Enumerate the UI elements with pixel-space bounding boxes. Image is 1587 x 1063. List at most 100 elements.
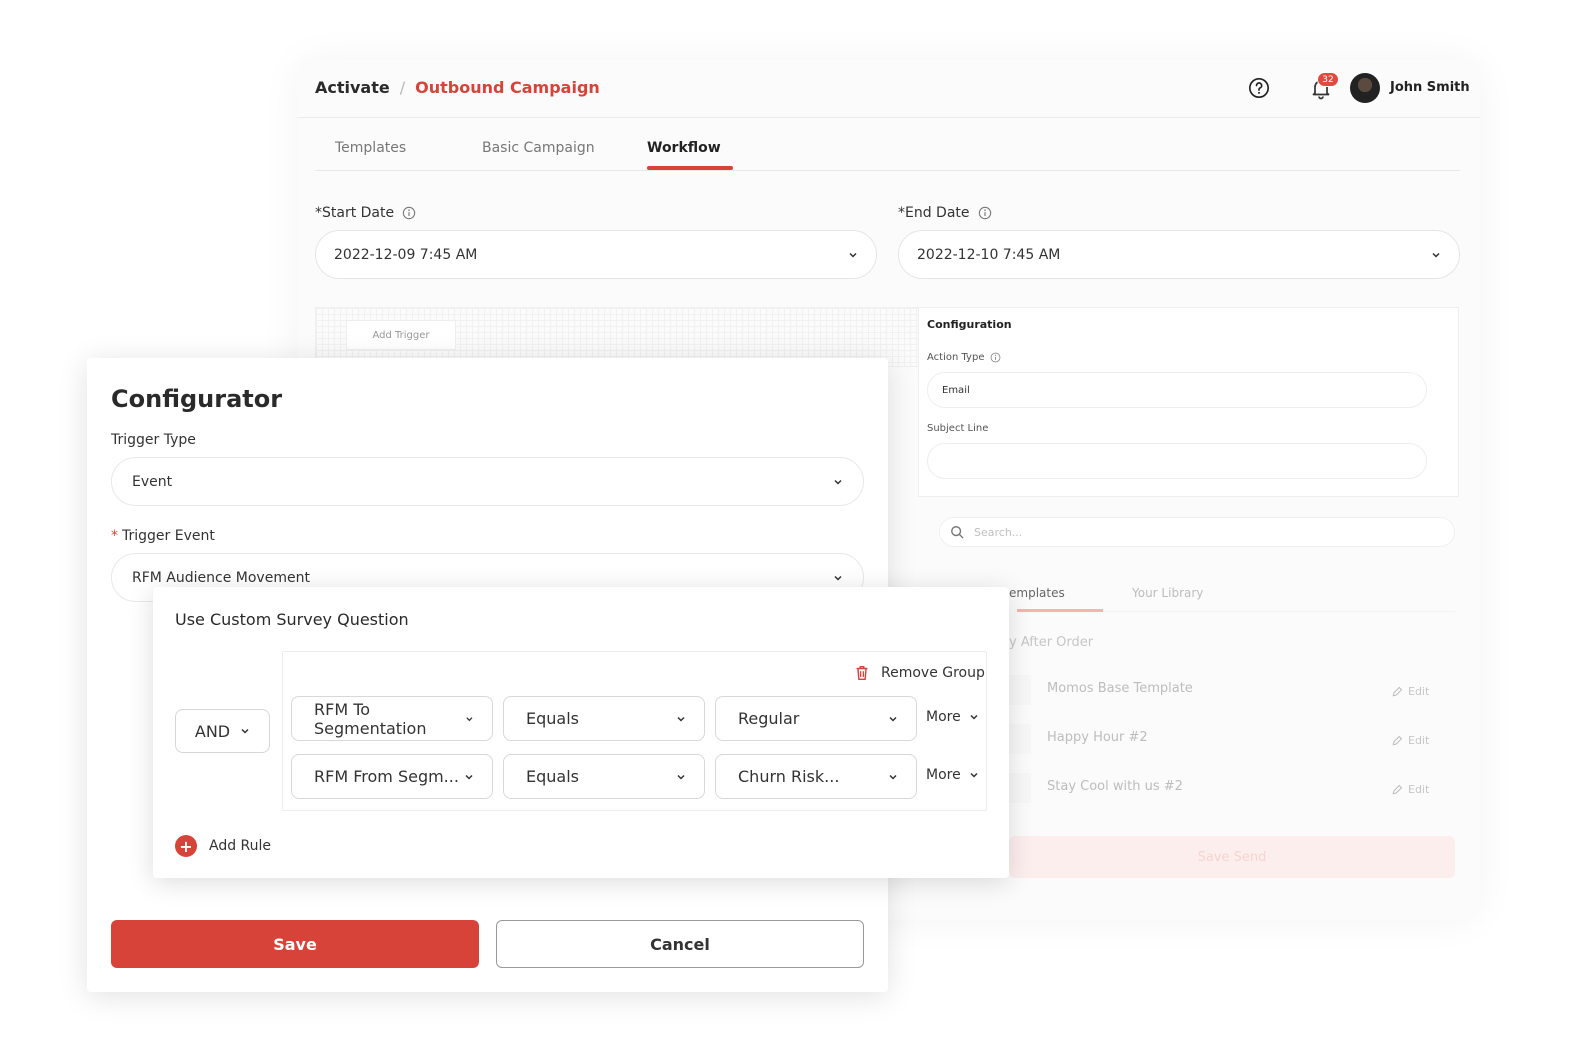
end-date-label: *End Date: [898, 205, 992, 221]
chevron-down-icon: [677, 716, 685, 722]
trigger-type-label: Trigger Type: [111, 432, 196, 448]
pencil-icon: [1392, 735, 1403, 745]
chevron-down-icon: [889, 716, 897, 722]
template-thumbnail: [1009, 675, 1031, 705]
end-date-label-text: *End Date: [898, 205, 970, 221]
template-name: Stay Cool with us #2: [1047, 779, 1183, 794]
chevron-down-icon: [465, 774, 473, 780]
rule-field-select[interactable]: RFM From Segm...: [291, 754, 493, 799]
cancel-button[interactable]: Cancel: [496, 920, 864, 968]
trigger-type-value: Event: [132, 473, 173, 490]
search-icon: [951, 526, 964, 539]
avatar[interactable]: [1350, 73, 1380, 103]
configuration-panel: Configuration Action Type Email Subject …: [918, 307, 1459, 497]
subject-line-label: Subject Line: [927, 423, 989, 434]
rule-more-menu[interactable]: More: [926, 709, 979, 725]
chevron-down-icon: [970, 714, 978, 720]
rule-operator-select[interactable]: Equals: [503, 754, 705, 799]
chevron-down-icon: [889, 774, 897, 780]
remove-group-button[interactable]: Remove Group: [853, 664, 985, 682]
chevron-down-icon: [834, 575, 842, 581]
help-icon[interactable]: [1248, 77, 1270, 99]
more-label: More: [926, 709, 961, 725]
action-type-label-text: Action Type: [927, 352, 985, 363]
remove-group-label: Remove Group: [881, 665, 985, 681]
rule-field-value: RFM To Segmentation: [314, 699, 427, 738]
template-name: Momos Base Template: [1047, 681, 1193, 696]
action-type-select[interactable]: Email: [927, 372, 1427, 408]
edit-button[interactable]: Edit: [1391, 685, 1429, 698]
rule-group: Remove Group RFM To Segmentation Equals …: [282, 651, 987, 811]
end-date-input[interactable]: 2022-12-10 7:45 AM: [898, 230, 1460, 279]
active-tab-indicator: [647, 166, 733, 170]
start-date-label-text: *Start Date: [315, 205, 395, 221]
add-rule-label: Add Rule: [209, 838, 272, 854]
rule-more-menu[interactable]: More: [926, 767, 979, 783]
chevron-down-icon: [834, 479, 842, 485]
template-thumbnail: [1009, 773, 1031, 803]
tab-templates[interactable]: Templates: [335, 140, 406, 156]
info-icon[interactable]: [990, 352, 1001, 363]
tab-basic-campaign[interactable]: Basic Campaign: [482, 140, 595, 156]
rule-value-select[interactable]: Regular: [715, 696, 917, 741]
configuration-title: Configuration: [927, 318, 1012, 331]
rule-operator-select[interactable]: Equals: [503, 696, 705, 741]
edit-button[interactable]: Edit: [1391, 783, 1429, 796]
plus-icon: +: [175, 835, 197, 857]
list-item[interactable]: Happy Hour #2 Edit: [1009, 724, 1454, 754]
save-button[interactable]: Save: [111, 920, 479, 968]
start-date-label: *Start Date: [315, 205, 416, 221]
chevron-down-icon: [970, 772, 978, 778]
edit-button[interactable]: Edit: [1391, 734, 1429, 747]
rule-operator-value: Equals: [526, 709, 579, 728]
trash-icon: [856, 665, 868, 681]
notification-badge: 32: [1317, 72, 1339, 87]
user-name[interactable]: John Smith: [1390, 80, 1470, 95]
chevron-down-icon: [241, 728, 249, 734]
chevron-down-icon: [466, 716, 473, 721]
configurator-title: Configurator: [111, 385, 283, 413]
search-placeholder: Search...: [974, 525, 1023, 539]
chevron-down-icon: [1432, 252, 1440, 258]
rule-value-select[interactable]: Churn Risk...: [715, 754, 917, 799]
chevron-down-icon: [677, 774, 685, 780]
edit-label: Edit: [1408, 783, 1430, 796]
library-active-tab-indicator: [1017, 609, 1103, 612]
template-section-title: y After Order: [1009, 635, 1094, 650]
edit-label: Edit: [1408, 734, 1430, 747]
pencil-icon: [1392, 784, 1403, 794]
trigger-event-value: RFM Audience Movement: [132, 569, 310, 586]
rule-operator-value: Equals: [526, 767, 579, 786]
add-rule-button[interactable]: + Add Rule: [175, 835, 271, 857]
breadcrumb-activate[interactable]: Activate: [315, 78, 390, 97]
list-item[interactable]: Momos Base Template Edit: [1009, 675, 1454, 705]
info-icon[interactable]: [402, 206, 416, 220]
more-label: More: [926, 767, 961, 783]
template-name: Happy Hour #2: [1047, 730, 1148, 745]
custom-survey-panel: Use Custom Survey Question AND Remove Gr…: [153, 587, 1009, 878]
info-icon[interactable]: [978, 206, 992, 220]
save-send-button[interactable]: Save Send: [1009, 836, 1455, 878]
trigger-event-label: * Trigger Event: [111, 528, 215, 544]
tab-your-library[interactable]: Your Library: [1132, 586, 1203, 600]
app-header: Activate / Outbound Campaign 32 John Smi…: [297, 60, 1480, 118]
breadcrumb-current: Outbound Campaign: [415, 78, 600, 97]
chevron-down-icon: [849, 252, 857, 258]
rule-field-select[interactable]: RFM To Segmentation: [291, 696, 493, 741]
add-trigger-node[interactable]: Add Trigger: [346, 320, 456, 350]
trigger-type-select[interactable]: Event: [111, 457, 864, 506]
survey-title: Use Custom Survey Question: [175, 610, 409, 629]
rule-value: Churn Risk...: [738, 767, 840, 786]
tab-workflow[interactable]: Workflow: [647, 140, 721, 156]
breadcrumb-separator: /: [399, 78, 406, 97]
subject-line-input[interactable]: [927, 443, 1427, 479]
tab-library-templates[interactable]: emplates: [1009, 586, 1065, 600]
start-date-input[interactable]: 2022-12-09 7:45 AM: [315, 230, 877, 279]
logic-operator-select[interactable]: AND: [175, 709, 270, 753]
edit-label: Edit: [1408, 685, 1430, 698]
pencil-icon: [1392, 686, 1403, 696]
rule-field-value: RFM From Segm...: [314, 767, 459, 786]
breadcrumb: Activate / Outbound Campaign: [315, 78, 600, 97]
list-item[interactable]: Stay Cool with us #2 Edit: [1009, 773, 1454, 803]
template-search-input[interactable]: Search...: [939, 517, 1455, 547]
